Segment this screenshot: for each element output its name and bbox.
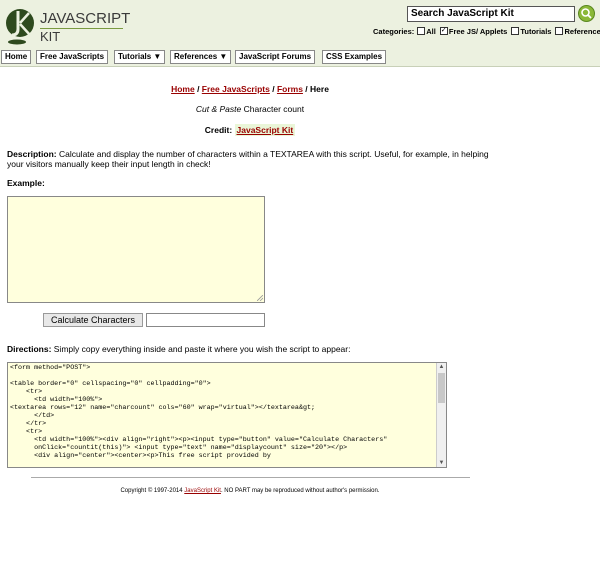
directions: Directions: Simply copy everything insid… — [7, 344, 350, 354]
description-text: Calculate and display the number of char… — [7, 149, 489, 169]
checkbox-tutorials[interactable] — [511, 27, 520, 35]
category-references-label: References — [564, 26, 600, 36]
footer-pre: Copyright © 1997-2014 — [120, 488, 185, 494]
credit-label: Credit: — [204, 125, 235, 135]
character-count-field[interactable] — [146, 313, 265, 327]
code-scrollbar[interactable]: ▲ ▼ — [436, 363, 446, 467]
directions-label: Directions: — [7, 344, 52, 354]
directions-text: Simply copy everything inside and paste … — [51, 344, 351, 354]
search-icon — [581, 8, 592, 19]
site-logo[interactable]: JAVASCRIPT KIT — [5, 5, 130, 45]
search-input[interactable]: Search JavaScript Kit — [407, 6, 575, 22]
category-tutorials-label: Tutorials — [520, 26, 552, 36]
nav-free-javascripts[interactable]: Free JavaScripts — [36, 50, 109, 64]
example-textarea[interactable] — [7, 196, 265, 303]
checkbox-all[interactable] — [417, 27, 426, 35]
breadcrumb-sep: / — [302, 84, 311, 94]
resize-grip-icon[interactable] — [257, 295, 263, 301]
script-code: <form method="POST"> <table border="0" c… — [10, 364, 388, 460]
breadcrumb-sep: / — [194, 84, 202, 94]
search-categories: Categories: All ✓ Free JS/ Applets Tutor… — [373, 25, 600, 37]
credit-line: Credit: JavaScript Kit — [0, 124, 500, 136]
nav-tutorials[interactable]: Tutorials ▼ — [114, 50, 166, 64]
description-label: Description: — [7, 149, 57, 159]
footer-post: . NO PART may be reproduced without auth… — [220, 488, 380, 494]
category-free-js[interactable]: ✓ Free JS/ Applets — [439, 26, 508, 36]
breadcrumb-sep: / — [269, 84, 277, 94]
nav-references[interactable]: References ▼ — [170, 50, 232, 64]
credit-link[interactable]: JavaScript Kit — [234, 124, 296, 136]
footer-link[interactable]: JavaScript Kit — [184, 488, 221, 494]
search-button[interactable] — [578, 5, 595, 22]
main-nav: Home Free JavaScripts Tutorials ▼ Refere… — [0, 47, 600, 67]
breadcrumb-here: Here — [310, 84, 329, 94]
footer-divider — [31, 477, 470, 478]
example-label: Example: — [7, 178, 45, 188]
logo-text-kit: KIT — [40, 29, 61, 44]
category-all[interactable]: All — [417, 27, 436, 36]
nav-home[interactable]: Home — [1, 50, 32, 64]
checkbox-free-js[interactable]: ✓ — [439, 27, 448, 35]
breadcrumb-free-javascripts[interactable]: Free JavaScripts — [202, 84, 270, 94]
nav-javascript-forums[interactable]: JavaScript Forums — [235, 50, 316, 64]
scroll-thumb[interactable] — [438, 373, 445, 403]
categories-label: Categories: — [373, 26, 415, 36]
checkbox-references[interactable] — [555, 27, 564, 35]
category-references[interactable]: References — [555, 27, 600, 36]
script-title-italic: Cut & Paste — [195, 104, 242, 114]
logo-mark-icon — [6, 9, 34, 45]
code-textarea[interactable]: <form method="POST"> <table border="0" c… — [7, 362, 447, 468]
category-free-js-label: Free JS/ Applets — [448, 26, 508, 36]
logo-text-javascript: JAVASCRIPT — [40, 10, 131, 27]
description: Description: Calculate and display the n… — [7, 149, 502, 169]
category-all-label: All — [426, 26, 436, 36]
breadcrumb-forms[interactable]: Forms — [277, 84, 303, 94]
breadcrumb-home[interactable]: Home — [171, 84, 195, 94]
nav-css-examples[interactable]: CSS Examples — [322, 50, 387, 64]
scroll-up-icon[interactable]: ▲ — [437, 363, 446, 371]
footer: Copyright © 1997-2014 JavaScript Kit. NO… — [0, 488, 500, 494]
breadcrumb: Home / Free JavaScripts / Forms / Here — [0, 84, 500, 94]
calculate-characters-button[interactable]: Calculate Characters — [43, 313, 143, 327]
category-tutorials[interactable]: Tutorials — [511, 27, 551, 36]
script-title: Cut & Paste Character count — [0, 104, 500, 114]
site-header: JAVASCRIPT KIT Search JavaScript Kit Cat… — [0, 0, 600, 47]
script-title-rest: Character count — [241, 104, 305, 114]
scroll-down-icon[interactable]: ▼ — [437, 459, 446, 467]
